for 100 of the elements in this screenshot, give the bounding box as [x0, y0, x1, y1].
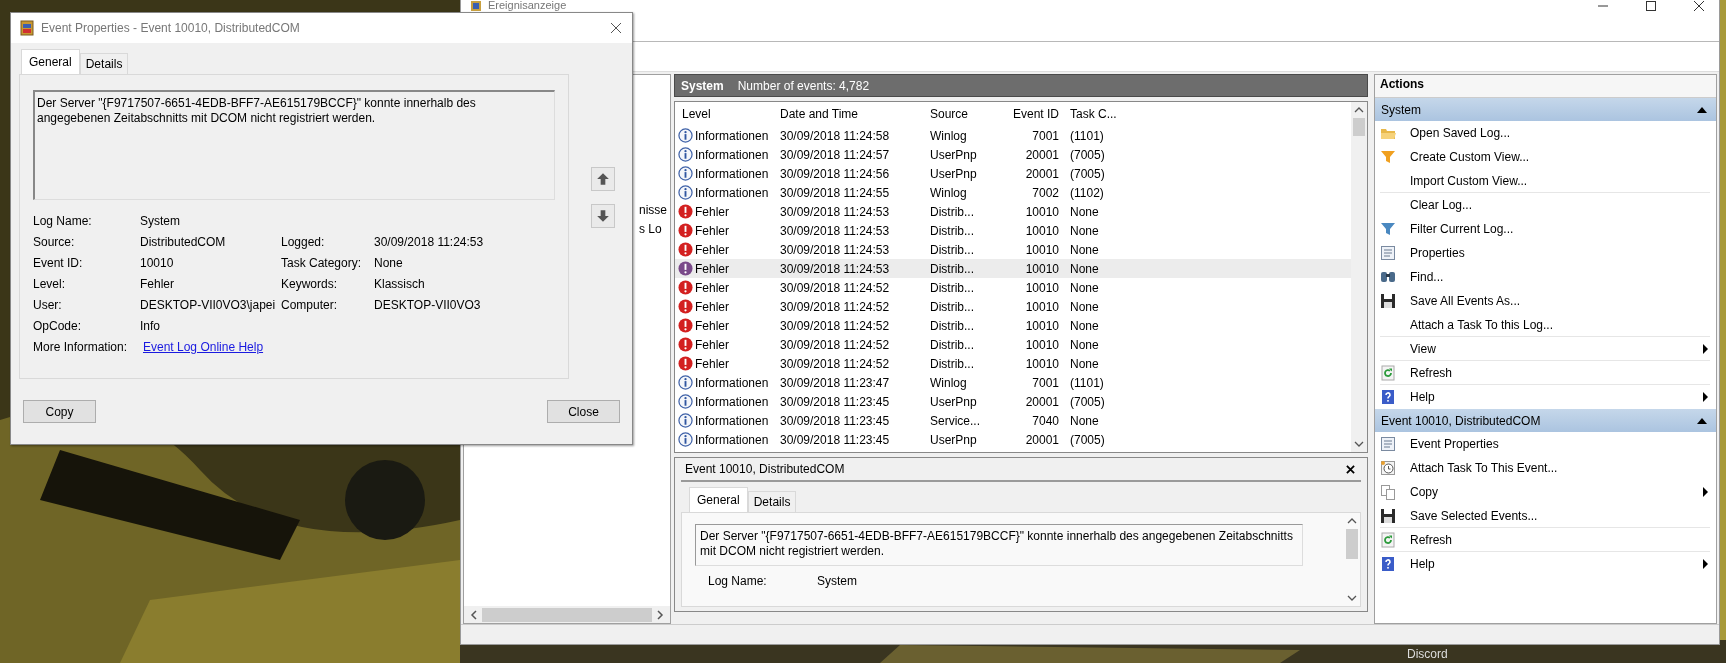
- tab[interactable]: Details: [747, 491, 797, 512]
- table-cell-text: 30/09/2018 11:24:52: [779, 356, 891, 371]
- event-row[interactable]: Fehler 30/09/2018 11:24:52 Distrib... 10010 None: [675, 354, 1351, 373]
- action-item[interactable]: Attach a Task To this Log...: [1410, 317, 1553, 332]
- section-header[interactable]: Event 10010, DistributedCOM: [1375, 409, 1716, 432]
- column-header[interactable]: Date and Time: [775, 107, 925, 121]
- action-item[interactable]: Attach Task To This Event...: [1410, 461, 1558, 475]
- action-item[interactable]: View: [1410, 341, 1436, 356]
- table-cell-text: None: [1069, 280, 1100, 295]
- next-event-button[interactable]: [591, 204, 615, 228]
- event-row[interactable]: Informationen 30/09/2018 11:23:47 Winlog 7001 (1101): [675, 373, 1351, 392]
- error-icon: [678, 318, 693, 333]
- event-row[interactable]: Fehler 30/09/2018 11:24:53 Distrib... 10010 None: [675, 240, 1351, 259]
- submenu-arrow-icon: [1703, 343, 1708, 354]
- scroll-up-icon[interactable]: [1347, 517, 1357, 525]
- action-item[interactable]: Refresh: [1410, 365, 1453, 380]
- event-row[interactable]: Fehler 30/09/2018 11:24:52 Distrib... 10010 None: [675, 335, 1351, 354]
- desktop-icon-label[interactable]: Discord: [1407, 647, 1448, 661]
- event-row[interactable]: Informationen 30/09/2018 11:23:45 Service... 7040 None: [675, 411, 1351, 430]
- tab[interactable]: General: [21, 49, 80, 74]
- action-item[interactable]: Help: [1410, 557, 1435, 571]
- action-item[interactable]: Copy: [1410, 485, 1438, 499]
- error-icon: [678, 242, 693, 257]
- scroll-left-icon[interactable]: [470, 609, 478, 620]
- event-row[interactable]: Fehler 30/09/2018 11:24:52 Distrib... 10010 None: [675, 278, 1351, 297]
- level-text: Informationen: [695, 432, 769, 447]
- close-button[interactable]: Close: [547, 400, 620, 423]
- previous-event-button[interactable]: [591, 167, 615, 191]
- tab[interactable]: Details: [79, 53, 129, 74]
- maximize-icon[interactable]: [1645, 0, 1657, 12]
- event-row[interactable]: Fehler 30/09/2018 11:24:52 Distrib... 10010 None: [675, 316, 1351, 335]
- copy-button[interactable]: Copy: [23, 400, 96, 423]
- scroll-right-icon[interactable]: [656, 609, 664, 620]
- close-icon[interactable]: [1693, 0, 1705, 12]
- funnel-icon: [1380, 149, 1396, 165]
- action-item[interactable]: Import Custom View...: [1410, 173, 1528, 188]
- tree-item[interactable]: nisse: [639, 203, 667, 217]
- section-header[interactable]: System: [1375, 98, 1716, 121]
- field-value: Info: [140, 318, 161, 334]
- action-item[interactable]: Save All Events As...: [1410, 294, 1521, 308]
- table-cell-text: Distrib...: [929, 223, 975, 238]
- table-cell-text: 10010: [1024, 280, 1060, 295]
- field-value: 10010: [140, 255, 175, 271]
- action-item[interactable]: Open Saved Log...: [1410, 126, 1511, 140]
- column-header[interactable]: Event ID: [985, 107, 1065, 121]
- event-row[interactable]: Fehler 30/09/2018 11:24:53 Distrib... 10010 None: [675, 202, 1351, 221]
- level-text: Informationen: [695, 185, 769, 200]
- scroll-up-icon[interactable]: [1354, 106, 1364, 114]
- level-text: Informationen: [695, 128, 769, 143]
- scroll-thumb[interactable]: [1346, 529, 1358, 559]
- collapse-caret-icon[interactable]: [1697, 106, 1707, 113]
- horizontal-scrollbar[interactable]: [464, 606, 670, 623]
- column-header[interactable]: Task C...: [1065, 107, 1125, 121]
- column-header[interactable]: Level: [675, 107, 775, 121]
- table-cell-text: (1101): [1069, 375, 1105, 390]
- scroll-down-icon[interactable]: [1354, 440, 1364, 448]
- table-cell-text: 20001: [1024, 166, 1060, 181]
- scroll-thumb[interactable]: [1353, 118, 1365, 136]
- scroll-down-icon[interactable]: [1347, 594, 1357, 602]
- info-icon: [678, 185, 693, 200]
- close-icon[interactable]: [1346, 464, 1355, 474]
- event-row[interactable]: Informationen 30/09/2018 11:24:58 Winlog 7001 (1101): [675, 126, 1351, 145]
- tab[interactable]: General: [689, 487, 748, 512]
- event-row[interactable]: Fehler 30/09/2018 11:24:53 Distrib... 10010 None: [675, 221, 1351, 240]
- event-row[interactable]: Informationen 30/09/2018 11:24:56 UserPnp 20001 (7005): [675, 164, 1351, 183]
- action-item[interactable]: Event Properties: [1410, 437, 1499, 451]
- action-item[interactable]: Save Selected Events...: [1410, 508, 1538, 523]
- table-cell-text: 30/09/2018 11:23:45: [779, 432, 891, 447]
- table-cell-text: (7005): [1069, 166, 1106, 181]
- submenu-arrow-icon: [1703, 559, 1708, 569]
- event-row[interactable]: Informationen 30/09/2018 11:23:45 UserPnp 20001 (7005): [675, 430, 1351, 449]
- collapse-caret-icon[interactable]: [1697, 417, 1707, 424]
- level-text: Informationen: [695, 375, 769, 390]
- action-item[interactable]: Filter Current Log...: [1410, 222, 1514, 236]
- properties-icon: [1380, 436, 1396, 452]
- action-item[interactable]: Clear Log...: [1410, 198, 1473, 212]
- field-label: Computer:: [281, 297, 339, 313]
- event-row[interactable]: Fehler 30/09/2018 11:24:53 Distrib... 10010 None: [675, 259, 1351, 278]
- event-row[interactable]: Fehler 30/09/2018 11:24:52 Distrib... 10010 None: [675, 297, 1351, 316]
- table-cell-text: None: [1069, 261, 1100, 276]
- action-item[interactable]: Create Custom View...: [1410, 150, 1530, 164]
- event-row[interactable]: Informationen 30/09/2018 11:23:45 UserPnp 20001 (7005): [675, 392, 1351, 411]
- action-item[interactable]: Find...: [1410, 270, 1444, 284]
- action-item[interactable]: Help: [1410, 390, 1435, 404]
- field-value: System: [817, 574, 857, 588]
- event-row[interactable]: Informationen 30/09/2018 11:24:57 UserPnp 20001 (7005): [675, 145, 1351, 164]
- column-header[interactable]: Source: [925, 107, 985, 121]
- error-icon: [678, 299, 693, 314]
- tree-item[interactable]: s Lo: [639, 222, 662, 236]
- close-icon[interactable]: [610, 22, 622, 34]
- window-title: Ereignisanzeige: [488, 0, 567, 11]
- vertical-scrollbar[interactable]: [1351, 102, 1367, 452]
- help-link[interactable]: Event Log Online Help: [140, 339, 281, 355]
- action-item[interactable]: Refresh: [1410, 532, 1453, 547]
- action-item[interactable]: Properties: [1410, 246, 1465, 260]
- message-box: Der Server "{F9717507-6651-4EDB-BFF7-AE615179BCCF}" konnte innerhalb des angegebenen Zeitabschnitts mit DCOM nicht registriert werden.: [695, 524, 1303, 566]
- section-title: System: [1381, 102, 1421, 117]
- table-cell-text: Distrib...: [929, 204, 975, 219]
- clock-icon: [1380, 460, 1396, 476]
- event-row[interactable]: Informationen 30/09/2018 11:24:55 Winlog 7002 (1102): [675, 183, 1351, 202]
